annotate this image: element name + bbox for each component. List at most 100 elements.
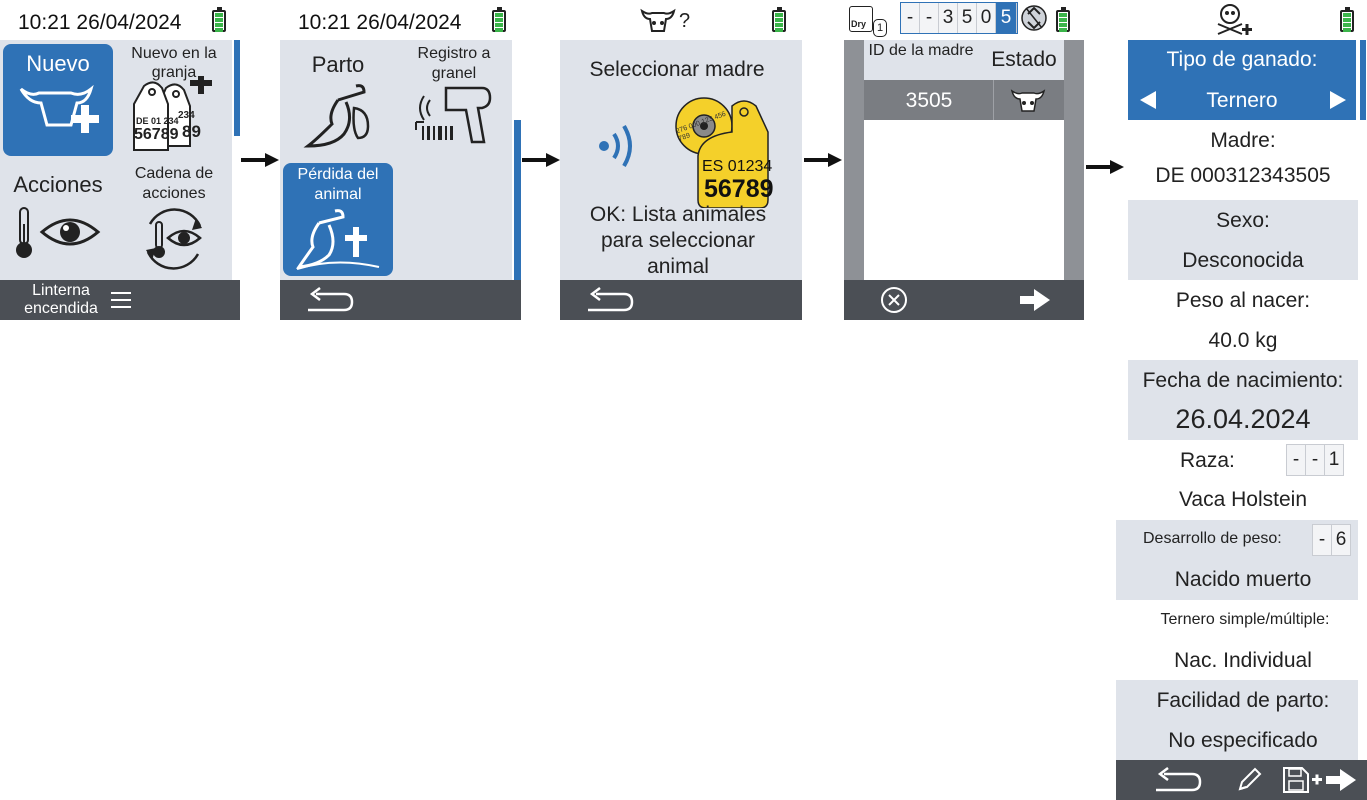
table-row[interactable]: 3505: [864, 80, 1064, 120]
tag-number: 56789: [704, 175, 774, 203]
tile-perdida-animal[interactable]: Pérdida del animal: [283, 163, 393, 276]
fecha-label: Fecha de nacimiento:: [1142, 369, 1344, 392]
sexo-label: Sexo:: [1216, 209, 1270, 232]
id-digit: 5: [958, 3, 977, 33]
tile-nuevo-granja[interactable]: Nuevo en la granja 234 89 DE 01 234 5678…: [118, 44, 230, 156]
tile-nuevo[interactable]: Nuevo: [3, 44, 113, 156]
cycle-actions-icon: [146, 208, 202, 270]
tipo-ganado-value: Ternero: [1206, 89, 1278, 112]
raza-code-input[interactable]: --1: [1286, 444, 1344, 476]
battery-icon: [492, 7, 506, 32]
cow-status-icon: [1010, 89, 1046, 112]
tag-back-top: 234: [178, 110, 195, 121]
raza-value[interactable]: Vaca Holstein: [1128, 488, 1358, 512]
id-digit: 3: [939, 3, 958, 33]
skull-add-icon: [1217, 4, 1252, 35]
tile-perdida-label: Pérdida del animal: [297, 166, 379, 203]
rfid-signal-icon: [599, 124, 632, 168]
screen-title: Seleccionar madre: [589, 58, 765, 81]
id-input[interactable]: --3505: [900, 2, 1018, 34]
save-add-next-icon[interactable]: [1282, 766, 1358, 794]
cow-icon: [640, 8, 676, 32]
battery-icon: [1056, 7, 1070, 32]
status-time: 10:21 26/04/2024: [18, 11, 182, 34]
battery-icon: [212, 7, 226, 32]
bottom-bar: [280, 280, 521, 320]
arrow-left-icon[interactable]: [1140, 91, 1156, 109]
madre-label: Madre:: [1210, 129, 1276, 152]
arrow-right-icon[interactable]: [1330, 91, 1346, 109]
sexo-value[interactable]: Desconocida: [1128, 249, 1358, 273]
status-time: 10:21 26/04/2024: [298, 11, 462, 34]
bottom-bar: Linterna encendida: [0, 280, 240, 320]
tile-nuevo-label: Nuevo: [26, 51, 90, 76]
col-estado-header: Estado: [991, 48, 1057, 71]
tile-registro-granel[interactable]: Registro a granel: [398, 44, 510, 156]
battery-icon: [772, 7, 786, 32]
col-id-header: ID de la madre: [868, 42, 974, 59]
cow-add-icon: [19, 84, 99, 133]
desarrollo-label: Desarrollo de peso:: [1143, 530, 1282, 547]
tag-small-num: 56789: [134, 126, 179, 143]
raza-digit: -: [1287, 445, 1306, 475]
tile-cadena-label: Cadena de acciones: [134, 165, 214, 202]
ternero-value[interactable]: Nac. Individual: [1128, 649, 1358, 673]
barcode-scanner-icon: [415, 86, 492, 144]
scrollbar[interactable]: [1360, 40, 1366, 120]
bottom-bar: [844, 280, 1084, 320]
tipo-ganado-selector[interactable]: Tipo de ganado: Ternero: [1128, 40, 1356, 120]
desarrollo-code-input[interactable]: -6: [1312, 524, 1351, 556]
arrow-icon: [241, 153, 279, 167]
desarrollo-digit: 6: [1332, 525, 1350, 555]
raza-digit: 1: [1325, 445, 1343, 475]
battery-icon: [1340, 7, 1354, 32]
scrollbar[interactable]: [514, 120, 521, 280]
tag-small-top: DE 01 234: [136, 116, 179, 126]
facilidad-value[interactable]: No especificado: [1128, 729, 1358, 753]
id-digit-active: 5: [996, 3, 1017, 33]
tile-acciones-label: Acciones: [13, 172, 103, 197]
madre-value[interactable]: DE 000312343505: [1128, 164, 1358, 188]
arrow-icon: [804, 153, 842, 167]
id-digit: -: [901, 3, 920, 33]
tile-acciones[interactable]: Acciones: [0, 164, 116, 276]
thermometer-eye-icon: [16, 207, 101, 258]
tile-cadena-acciones[interactable]: Cadena de acciones: [118, 164, 230, 276]
tile-parto-label: Parto: [311, 52, 365, 77]
arrow-icon: [522, 153, 560, 167]
scroll-arrows-icon[interactable]: [1020, 2, 1048, 34]
id-digit: 0: [977, 3, 996, 33]
raza-label: Raza:: [1180, 449, 1235, 472]
stork-icon: [303, 84, 370, 148]
peso-nacer-value[interactable]: 40.0 kg: [1128, 329, 1358, 353]
dry-cow-icon: Dry: [849, 6, 873, 32]
fecha-value[interactable]: 26.04.2024: [1128, 404, 1358, 435]
cancel-icon[interactable]: [880, 286, 908, 314]
menu-icon[interactable]: [111, 291, 131, 309]
forward-arrow-icon[interactable]: [1020, 289, 1050, 311]
desarrollo-value[interactable]: Nacido muerto: [1128, 568, 1358, 592]
back-icon[interactable]: [586, 286, 634, 314]
peso-nacer-label: Peso al nacer:: [1175, 289, 1311, 312]
back-icon[interactable]: [1154, 766, 1202, 794]
desarrollo-digit: -: [1313, 525, 1332, 555]
id-digit: -: [920, 3, 939, 33]
arrow-icon: [1086, 160, 1124, 174]
hint-text: OK: Lista animales para seleccionar anim…: [589, 203, 767, 278]
bottom-bar: [560, 280, 802, 320]
scrollbar[interactable]: [234, 40, 240, 136]
stork-cross-icon: [295, 209, 380, 270]
row-id-cell: 3505: [905, 89, 953, 112]
tile-parto[interactable]: Parto: [282, 44, 394, 156]
tag-back-num: 89: [182, 122, 201, 141]
dry-label: Dry: [851, 19, 867, 29]
unknown-animal-marker: ?: [679, 10, 691, 32]
dry-count: 1: [873, 19, 887, 37]
tipo-ganado-label: Tipo de ganado:: [1166, 48, 1318, 71]
pencil-icon[interactable]: [1236, 767, 1262, 793]
facilidad-label: Facilidad de parto:: [1156, 689, 1330, 712]
row-divider: [993, 80, 994, 120]
flashlight-softkey[interactable]: Linterna encendida: [14, 282, 108, 318]
back-icon[interactable]: [306, 286, 354, 314]
raza-digit: -: [1306, 445, 1325, 475]
